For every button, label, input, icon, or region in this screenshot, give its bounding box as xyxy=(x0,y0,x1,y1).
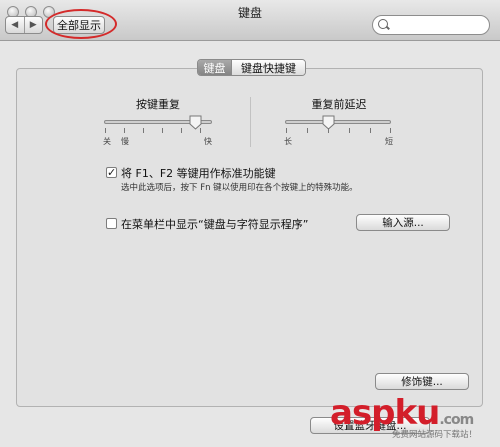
tab-keyboard[interactable]: 键盘 xyxy=(198,60,231,75)
forward-arrow-icon: ▶ xyxy=(29,20,37,30)
delay-tick xyxy=(390,128,391,133)
watermark-suffix: .com xyxy=(439,412,474,428)
tab-control: 键盘 键盘快捷键 xyxy=(197,59,306,76)
search-icon xyxy=(378,19,388,29)
key-repeat-label: 按键重复 xyxy=(136,98,180,111)
key-repeat-tick-label: 慢 xyxy=(121,137,129,146)
modifier-keys-button[interactable]: 修饰键... xyxy=(375,373,469,390)
menu-bar-checkbox[interactable] xyxy=(106,218,117,229)
fn-keys-label: 将 F1、F2 等键用作标准功能键 xyxy=(121,167,276,180)
delay-tick xyxy=(286,128,287,133)
watermark-text: aspku xyxy=(330,393,440,433)
slider-divider xyxy=(250,97,251,147)
window-titlebar: 键盘 ◀ ▶ 全部显示 xyxy=(0,0,500,41)
tab-keyboard-shortcuts[interactable]: 键盘快捷键 xyxy=(231,60,305,75)
key-repeat-tick xyxy=(162,128,163,133)
delay-tick xyxy=(328,128,329,133)
menu-bar-label: 在菜单栏中显示“键盘与字符显示程序” xyxy=(121,218,309,231)
key-repeat-tick xyxy=(200,128,201,133)
forward-button[interactable]: ▶ xyxy=(23,17,43,33)
delay-tick xyxy=(370,128,371,133)
search-field[interactable] xyxy=(372,15,490,35)
watermark-subtitle: 免费网站源码下载站！ xyxy=(392,430,478,440)
back-button[interactable]: ◀ xyxy=(6,17,24,33)
delay-until-repeat-label: 重复前延迟 xyxy=(311,98,367,111)
checkmark-icon: ✓ xyxy=(107,166,117,179)
back-forward-control: ◀ ▶ xyxy=(5,16,43,34)
delay-tick-label: 长 xyxy=(284,137,292,146)
fn-keys-note: 选中此选项后，按下 Fn 键以使用印在各个按键上的特殊功能。 xyxy=(121,183,358,193)
delay-tick-label: 短 xyxy=(385,137,393,146)
red-highlight-circle xyxy=(45,9,117,39)
key-repeat-tick xyxy=(143,128,144,133)
back-arrow-icon: ◀ xyxy=(11,20,19,30)
delay-slider-track[interactable] xyxy=(285,120,391,124)
key-repeat-tick xyxy=(105,128,106,133)
delay-tick xyxy=(349,128,350,133)
delay-tick xyxy=(307,128,308,133)
key-repeat-tick-label: 关 xyxy=(103,137,111,146)
input-sources-button[interactable]: 输入源... xyxy=(356,214,450,231)
fn-keys-checkbox[interactable]: ✓ xyxy=(106,167,117,178)
key-repeat-tick-label: 快 xyxy=(204,137,212,146)
key-repeat-tick xyxy=(124,128,125,133)
key-repeat-tick xyxy=(181,128,182,133)
watermark-logo: aspku.com xyxy=(330,393,474,433)
